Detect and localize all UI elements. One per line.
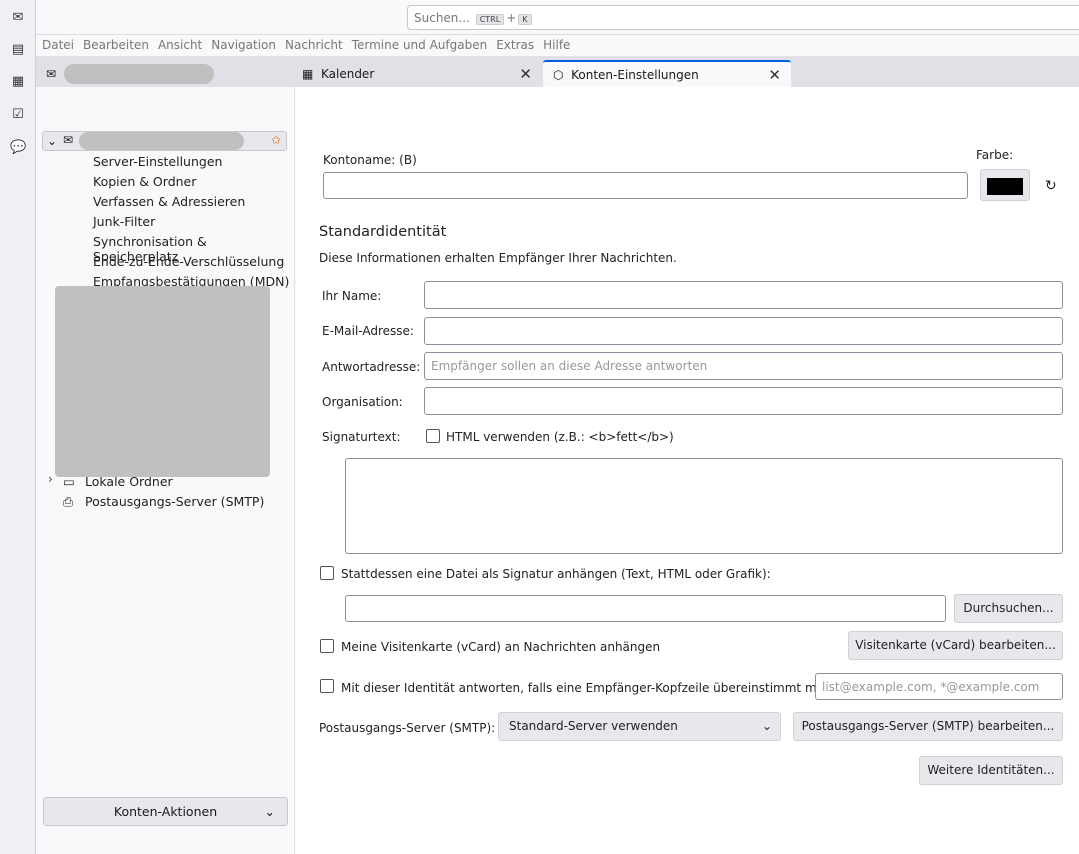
kbd-plus: + (506, 11, 517, 25)
label-kontoname: Kontoname: (B) (323, 153, 417, 167)
heading-standardidentitaet: Standardidentität (319, 224, 447, 240)
reset-color-icon[interactable]: ↻ (1045, 178, 1057, 194)
label-email: E-Mail-Adresse: (322, 324, 414, 338)
signature-textarea[interactable] (345, 458, 1063, 554)
account-actions-button[interactable]: Konten-Aktionen ⌄ (43, 797, 288, 826)
mail-icon: ✉ (46, 66, 57, 81)
redacted-account (64, 63, 215, 84)
edit-vcard-button[interactable]: Visitenkarte (vCard) bearbeiten... (848, 631, 1063, 660)
menu-datei[interactable]: Datei (42, 38, 74, 53)
label-html: HTML verwenden (z.B.: <b>fett</b>) (446, 430, 674, 444)
browse-button[interactable]: Durchsuchen... (954, 594, 1063, 623)
kbd-ctrl: CTRL (475, 14, 505, 25)
menu-bar: Datei Bearbeiten Ansicht Navigation Nach… (36, 34, 1079, 56)
tab-konten-einstellungen[interactable]: ⬡ Konten-Einstellungen ✕ (543, 60, 791, 87)
button-label: Durchsuchen... (963, 601, 1054, 615)
smtp-select[interactable]: Standard-Server verwenden ⌄ (498, 712, 781, 741)
menu-navigation[interactable]: Navigation (211, 38, 276, 53)
tab-kalender[interactable]: ▦ Kalender ✕ (292, 60, 542, 87)
match-checkbox[interactable] (320, 679, 334, 693)
select-value: Standard-Server verwenden (509, 719, 678, 733)
org-input[interactable] (424, 387, 1063, 415)
button-label: Konten-Aktionen (113, 804, 218, 819)
search-placeholder: Suchen... (414, 11, 470, 25)
mail-icon[interactable]: ✉ (10, 10, 26, 26)
label-farbe: Farbe: (976, 148, 1014, 162)
chevron-down-icon: ⌄ (264, 804, 275, 819)
tab-mail[interactable]: ✉ (36, 60, 286, 87)
calendar-icon[interactable]: ▦ (10, 74, 26, 90)
color-swatch (987, 178, 1023, 195)
menu-termine[interactable]: Termine und Aufgaben (352, 38, 487, 53)
button-label: Weitere Identitäten... (927, 763, 1055, 777)
edit-smtp-button[interactable]: Postausgangs-Server (SMTP) bearbeiten... (793, 712, 1063, 741)
sidebar-item[interactable]: Verfassen & Adressieren (93, 194, 245, 209)
tab-bar: ✉ ▦ Kalender ✕ ⬡ Konten-Einstellungen ✕ (36, 56, 1079, 87)
close-icon[interactable]: ✕ (768, 66, 781, 84)
chat-icon[interactable]: 💬 (10, 140, 26, 156)
menu-hilfe[interactable]: Hilfe (543, 38, 570, 53)
sidebar-item[interactable]: Junk-Filter (93, 214, 155, 229)
reply-placeholder: Empfänger sollen an diese Adresse antwor… (431, 359, 708, 373)
sigfile-checkbox[interactable] (320, 566, 334, 580)
chevron-down-icon[interactable]: ⌄ (47, 134, 57, 148)
chevron-right-icon[interactable]: › (48, 472, 53, 486)
calendar-icon: ▦ (302, 66, 314, 81)
description: Diese Informationen erhalten Empfänger I… (319, 251, 677, 265)
color-picker[interactable] (980, 169, 1030, 201)
menu-nachricht[interactable]: Nachricht (285, 38, 343, 53)
name-input[interactable] (424, 281, 1063, 309)
close-icon[interactable]: ✕ (519, 65, 532, 83)
html-checkbox[interactable] (426, 429, 440, 443)
vcard-checkbox[interactable] (320, 639, 334, 653)
sidebar-smtp[interactable]: Postausgangs-Server (SMTP) (85, 494, 264, 509)
star-icon: ✩ (270, 133, 281, 147)
label-name: Ihr Name: (322, 289, 382, 303)
menu-bearbeiten[interactable]: Bearbeiten (83, 38, 149, 53)
account-tree: ⌄ ✉ ✩ Server-Einstellungen Kopien & Ordner… (36, 87, 295, 854)
tasks-icon[interactable]: ☑ (10, 107, 26, 123)
redacted-accounts (55, 286, 270, 477)
menu-extras[interactable]: Extras (496, 38, 534, 53)
account-row[interactable]: ⌄ ✉ ✩ (42, 131, 287, 151)
outgoing-server-icon: ⎙ (63, 494, 74, 509)
email-input[interactable] (424, 317, 1063, 345)
kontoname-input[interactable] (323, 172, 968, 199)
kbd-k: K (518, 14, 532, 25)
tab-label: Kalender (320, 66, 375, 81)
mail-icon: ✉ (63, 133, 74, 147)
match-input[interactable]: list@example.com, *@example.com (815, 673, 1063, 700)
sidebar-item[interactable]: Ende-zu-Ende-Verschlüsselung (93, 254, 284, 269)
label-sigfile: Stattdessen eine Datei als Signatur anhä… (341, 567, 771, 581)
match-placeholder: list@example.com, *@example.com (822, 680, 1040, 694)
label-reply: Antwortadresse: (322, 360, 421, 374)
menu-ansicht[interactable]: Ansicht (158, 38, 202, 53)
sidebar-item[interactable]: Server-Einstellungen (93, 154, 222, 169)
button-label: Visitenkarte (vCard) bearbeiten... (855, 638, 1056, 652)
sidebar-item[interactable]: Kopien & Ordner (93, 174, 196, 189)
spaces-toolbar: ✉ ▤ ▦ ☑ 💬 (0, 0, 36, 854)
sigfile-input[interactable] (345, 595, 946, 622)
label-org: Organisation: (322, 395, 403, 409)
label-smtp: Postausgangs-Server (SMTP): (319, 721, 496, 735)
label-vcard: Meine Visitenkarte (vCard) an Nachrichte… (341, 640, 661, 654)
search-input[interactable]: Suchen... CTRL + K (407, 5, 1079, 30)
account-settings-panel: Kontoname: (B) Farbe: ↻ Standardidentitä… (296, 87, 1079, 854)
more-identities-button[interactable]: Weitere Identitäten... (919, 756, 1063, 785)
tab-label: Konten-Einstellungen (571, 67, 699, 82)
settings-icon: ⬡ (553, 67, 564, 82)
redacted-account (79, 132, 244, 150)
address-book-icon[interactable]: ▤ (10, 42, 26, 58)
reply-input[interactable]: Empfänger sollen an diese Adresse antwor… (424, 352, 1063, 380)
label-match: Mit dieser Identität antworten, falls ei… (341, 681, 829, 695)
button-label: Postausgangs-Server (SMTP) bearbeiten... (801, 719, 1055, 733)
label-signature: Signaturtext: (322, 430, 401, 444)
chevron-down-icon: ⌄ (761, 719, 772, 733)
